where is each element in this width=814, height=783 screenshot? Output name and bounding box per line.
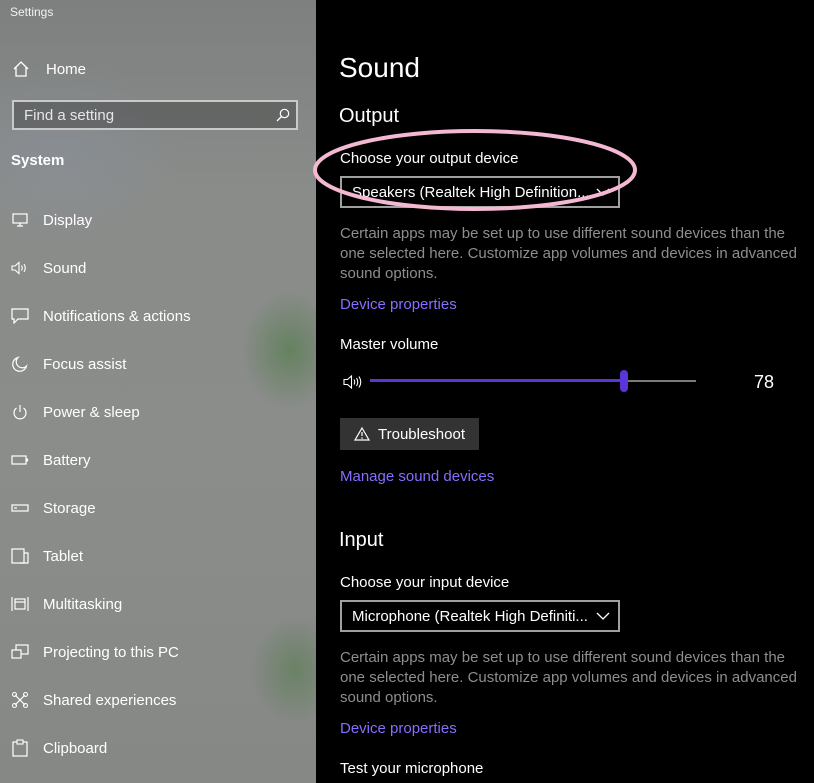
volume-slider-fill [370, 379, 625, 382]
sidebar-item-power-sleep[interactable]: Power & sleep [10, 400, 310, 424]
input-description: Certain apps may be set up to use differ… [340, 649, 797, 706]
sidebar-item-display[interactable]: Display [10, 208, 310, 232]
search-input[interactable] [14, 102, 270, 128]
output-device-value: Speakers (Realtek High Definition... [352, 183, 588, 201]
sidebar-item-label: Tablet [43, 547, 84, 565]
input-device-label: Choose your input device [340, 574, 510, 591]
output-device-properties-link[interactable]: Device properties [340, 296, 457, 313]
sidebar-item-label: Shared experiences [43, 691, 177, 709]
volume-slider-thumb[interactable] [620, 370, 629, 392]
sidebar-item-label: Notifications & actions [43, 307, 191, 325]
warning-icon [354, 427, 370, 441]
moon-icon [10, 354, 30, 374]
power-icon [10, 402, 30, 422]
tablet-icon [10, 546, 30, 566]
sound-settings-panel: Sound Output Choose your output device S… [313, 0, 814, 783]
display-icon [10, 210, 30, 230]
output-heading: Output [339, 105, 400, 127]
sidebar-item-sound[interactable]: Sound [10, 256, 310, 280]
speaker-icon[interactable] [343, 374, 363, 390]
sidebar-item-label: Display [43, 211, 93, 229]
sidebar-item-shared-experiences[interactable]: Shared experiences [10, 688, 310, 712]
shared-experiences-icon [10, 690, 30, 710]
input-heading: Input [339, 529, 384, 551]
chevron-down-icon [588, 612, 618, 620]
sidebar-item-label: Storage [43, 499, 96, 517]
sidebar-item-focus-assist[interactable]: Focus assist [10, 352, 310, 376]
sidebar-item-label: Power & sleep [43, 403, 140, 421]
sidebar-item-label: Multitasking [43, 595, 123, 613]
input-device-properties-link[interactable]: Device properties [340, 720, 457, 737]
volume-value: 78 [754, 372, 775, 392]
search-box[interactable] [12, 100, 298, 130]
sidebar-item-label: Projecting to this PC [43, 643, 179, 661]
multitasking-icon [10, 594, 30, 614]
input-device-value: Microphone (Realtek High Definiti... [352, 607, 588, 625]
sidebar-item-projecting[interactable]: Projecting to this PC [10, 640, 310, 664]
output-device-dropdown[interactable]: Speakers (Realtek High Definition... [340, 176, 620, 208]
sidebar-item-label: Sound [43, 259, 87, 277]
home-label: Home [46, 60, 87, 78]
chevron-down-icon [588, 188, 618, 196]
home-nav[interactable]: Home [12, 58, 86, 80]
sidebar-item-clipboard[interactable]: Clipboard [10, 736, 310, 760]
sidebar-item-label: Battery [43, 451, 91, 469]
sidebar-item-notifications[interactable]: Notifications & actions [10, 304, 310, 328]
output-description: Certain apps may be set up to use differ… [340, 225, 797, 282]
output-device-label: Choose your output device [340, 150, 519, 167]
manage-sound-devices-link[interactable]: Manage sound devices [340, 468, 494, 485]
section-label: System [11, 152, 65, 169]
sidebar-item-label: Clipboard [43, 739, 108, 757]
troubleshoot-button[interactable]: Troubleshoot [340, 418, 479, 450]
sidebar-item-storage[interactable]: Storage [10, 496, 310, 520]
notification-icon [10, 306, 30, 326]
input-device-dropdown[interactable]: Microphone (Realtek High Definiti... [340, 600, 620, 632]
master-volume-label: Master volume [340, 336, 439, 353]
speaker-icon [10, 258, 30, 278]
search-icon[interactable] [270, 108, 296, 122]
home-icon [12, 60, 30, 78]
sidebar-item-multitasking[interactable]: Multitasking [10, 592, 310, 616]
sidebar-item-label: Focus assist [43, 355, 127, 373]
settings-sidebar: Settings Home System Display Sound Notif… [0, 0, 316, 783]
sidebar-item-tablet[interactable]: Tablet [10, 544, 310, 568]
clipboard-icon [10, 738, 30, 758]
storage-icon [10, 498, 30, 518]
test-microphone-label: Test your microphone [340, 760, 484, 777]
battery-icon [10, 450, 30, 470]
master-volume-row: 78 [340, 366, 810, 398]
troubleshoot-label: Troubleshoot [378, 425, 465, 443]
page-title: Sound [339, 52, 420, 83]
projecting-icon [10, 642, 30, 662]
app-title: Settings [10, 5, 54, 19]
sidebar-item-battery[interactable]: Battery [10, 448, 310, 472]
